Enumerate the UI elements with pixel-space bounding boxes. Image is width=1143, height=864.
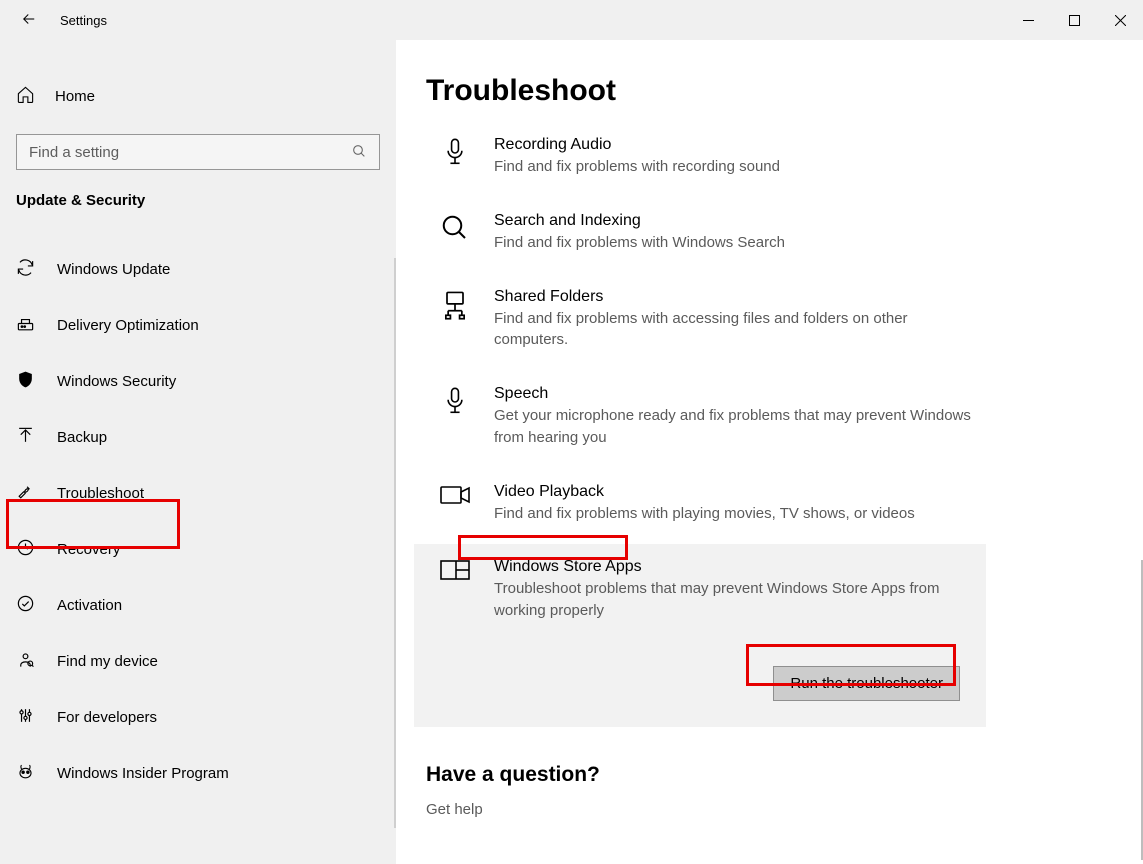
maximize-button[interactable] [1051,0,1097,40]
sidebar-item-backup[interactable]: Backup [0,411,396,463]
troubleshoot-item-windows-store-apps[interactable]: Windows Store Apps Troubleshoot problems… [414,544,986,727]
sidebar-item-windows-update[interactable]: Windows Update [0,243,396,295]
sidebar-item-windows-security[interactable]: Windows Security [0,355,396,407]
troubleshoot-item-text: Speech Get your microphone ready and fix… [494,385,984,449]
troubleshoot-item-text: Video Playback Find and fix problems wit… [494,483,1101,525]
sidebar-item-label: Recovery [57,541,120,558]
sidebar-item-label: For developers [57,709,157,726]
titlebar-left: Settings [0,10,107,31]
sidebar-item-delivery-optimization[interactable]: Delivery Optimization [0,299,396,351]
troubleshoot-item-title: Search and Indexing [494,212,1101,230]
back-icon[interactable] [20,10,38,31]
troubleshoot-item-text: Recording Audio Find and fix problems wi… [494,136,1101,178]
sidebar-item-troubleshoot[interactable]: Troubleshoot [0,467,396,519]
troubleshoot-item-recording-audio[interactable]: Recording Audio Find and fix problems wi… [426,122,1113,196]
troubleshoot-item-speech[interactable]: Speech Get your microphone ready and fix… [426,371,1113,467]
sidebar: Home Update & Security Windows Update De… [0,40,396,864]
sidebar-item-label: Troubleshoot [57,485,144,502]
troubleshoot-item-desc: Find and fix problems with Windows Searc… [494,232,1101,254]
sidebar-home-label: Home [55,88,95,105]
microphone-icon [438,137,472,171]
search-icon [351,143,367,162]
question-heading: Have a question? [426,763,1113,787]
troubleshoot-item-video-playback[interactable]: Video Playback Find and fix problems wit… [426,469,1113,543]
sync-icon [16,258,35,281]
developers-icon [16,706,35,729]
troubleshoot-item-desc: Find and fix problems with playing movie… [494,503,1101,525]
find-device-icon [16,650,35,673]
sidebar-nav: Windows Update Delivery Optimization Win… [0,243,396,799]
troubleshoot-item-title: Recording Audio [494,136,1101,154]
minimize-button[interactable] [1005,0,1051,40]
sidebar-item-label: Windows Security [57,373,176,390]
troubleshoot-item-desc: Get your microphone ready and fix proble… [494,405,984,449]
troubleshoot-item-title: Windows Store Apps [494,558,974,576]
troubleshoot-item-text: Windows Store Apps Troubleshoot problems… [494,558,974,701]
store-apps-icon [438,559,472,593]
magnify-icon [438,213,472,247]
sidebar-item-label: Delivery Optimization [57,317,199,334]
troubleshoot-item-title: Video Playback [494,483,1101,501]
sidebar-item-find-my-device[interactable]: Find my device [0,635,396,687]
run-troubleshooter-button[interactable]: Run the troubleshooter [773,666,960,701]
sidebar-item-label: Windows Update [57,261,170,278]
troubleshoot-item-desc: Find and fix problems with recording sou… [494,156,1101,178]
troubleshoot-item-text: Search and Indexing Find and fix problem… [494,212,1101,254]
window-controls [1005,0,1143,40]
content: Troubleshoot Recording Audio Find and fi… [396,40,1143,864]
sidebar-item-label: Backup [57,429,107,446]
troubleshoot-item-title: Shared Folders [494,288,984,306]
sidebar-item-windows-insider[interactable]: Windows Insider Program [0,747,396,799]
sidebar-item-activation[interactable]: Activation [0,579,396,631]
window-title: Settings [60,13,107,28]
video-icon [438,484,472,518]
shield-icon [16,370,35,393]
sidebar-home[interactable]: Home [0,76,396,116]
recovery-icon [16,538,35,561]
check-circle-icon [16,594,35,617]
search-input[interactable] [29,144,343,161]
main: Home Update & Security Windows Update De… [0,40,1143,864]
close-button[interactable] [1097,0,1143,40]
sidebar-section-heading: Update & Security [0,192,396,209]
troubleshoot-item-text: Shared Folders Find and fix problems wit… [494,288,984,352]
backup-icon [16,426,35,449]
titlebar: Settings [0,0,1143,40]
home-icon [16,85,35,108]
microphone-icon [438,386,472,420]
sidebar-item-recovery[interactable]: Recovery [0,523,396,575]
page-title: Troubleshoot [426,74,1113,108]
sidebar-item-label: Activation [57,597,122,614]
troubleshoot-item-title: Speech [494,385,984,403]
troubleshoot-item-desc: Troubleshoot problems that may prevent W… [494,578,974,622]
wrench-icon [16,482,35,505]
troubleshoot-item-search-indexing[interactable]: Search and Indexing Find and fix problem… [426,198,1113,272]
delivery-icon [16,314,35,337]
troubleshoot-item-desc: Find and fix problems with accessing fil… [494,308,984,352]
troubleshoot-item-shared-folders[interactable]: Shared Folders Find and fix problems wit… [426,274,1113,370]
sidebar-item-label: Find my device [57,653,158,670]
network-folder-icon [438,289,472,323]
search-box[interactable] [16,134,380,170]
sidebar-item-for-developers[interactable]: For developers [0,691,396,743]
get-help-link[interactable]: Get help [426,801,1113,818]
insider-icon [16,762,35,785]
sidebar-item-label: Windows Insider Program [57,765,229,782]
run-button-wrap: Run the troubleshooter [494,666,974,701]
